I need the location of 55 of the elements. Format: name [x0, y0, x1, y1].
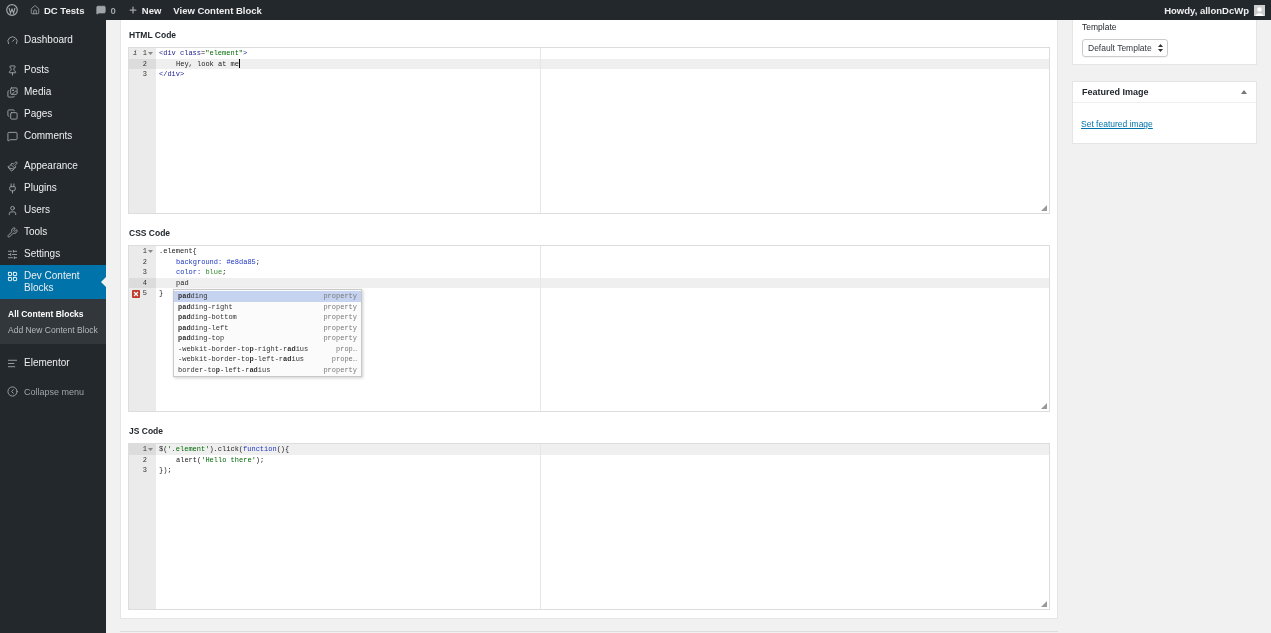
pin-icon — [7, 65, 18, 76]
template-label: Template — [1082, 22, 1118, 32]
resize-grip-icon[interactable] — [1041, 403, 1047, 409]
images-icon — [7, 87, 18, 98]
section-title: CSS Code — [129, 227, 172, 239]
code-editor[interactable] — [128, 245, 1050, 412]
list-icon — [7, 358, 18, 369]
new-link[interactable]: New — [141, 4, 162, 16]
plug-icon — [7, 183, 18, 194]
pages-icon — [7, 109, 18, 120]
comments-icon[interactable] — [96, 5, 107, 15]
template-select[interactable]: Default Template — [1082, 39, 1168, 57]
featured-image-title: Featured Image — [1082, 87, 1149, 97]
section-title: HTML Code — [129, 29, 178, 41]
sidebar-item[interactable]: Plugins — [0, 177, 106, 199]
wordpress-logo-icon[interactable] — [6, 4, 18, 16]
speech-bubble-icon — [7, 131, 18, 142]
section-title: JS Code — [129, 425, 164, 437]
sidebar-item[interactable]: Dev Content Blocks — [0, 265, 106, 299]
wrench-icon — [7, 227, 18, 238]
paintbrush-icon — [7, 161, 18, 172]
sidebar-item[interactable]: Posts — [0, 59, 106, 81]
sliders-icon — [7, 249, 18, 260]
sidebar-item[interactable]: Appearance — [0, 155, 106, 177]
submenu-item[interactable]: All Content Blocks — [0, 306, 106, 322]
toggle-icon[interactable] — [1241, 90, 1247, 94]
sidebar-item[interactable]: Comments — [0, 125, 106, 147]
resize-grip-icon[interactable] — [1041, 601, 1047, 607]
fold-arrow-icon[interactable] — [148, 248, 153, 254]
comment-count[interactable]: 0 — [110, 4, 116, 16]
plus-icon[interactable] — [127, 5, 138, 15]
sidebar-item[interactable]: Tools — [0, 221, 106, 243]
collapse-menu-button[interactable]: Collapse menu — [0, 382, 106, 401]
site-name-link[interactable]: DC Tests — [44, 4, 85, 16]
submenu-item[interactable]: Add New Content Block — [0, 322, 106, 338]
collapse-icon — [7, 386, 18, 397]
sidebar-item[interactable]: Pages — [0, 103, 106, 125]
error-icon — [132, 289, 140, 298]
dashboard-icon — [7, 35, 18, 46]
sidebar-item[interactable]: Users — [0, 199, 106, 221]
greeting-link[interactable]: Howdy, allonDcWp — [1164, 4, 1249, 16]
sidebar-item[interactable]: Elementor — [0, 352, 106, 374]
fold-arrow-icon[interactable] — [148, 446, 153, 452]
sidebar-item[interactable]: Settings — [0, 243, 106, 265]
fold-arrow-icon[interactable] — [148, 50, 153, 56]
view-content-block-link[interactable]: View Content Block — [173, 4, 262, 16]
sidebar-item[interactable]: Media — [0, 81, 106, 103]
home-icon[interactable] — [30, 5, 40, 15]
resize-grip-icon[interactable] — [1041, 205, 1047, 211]
select-arrows-icon — [1157, 44, 1163, 52]
avatar-icon[interactable] — [1254, 4, 1265, 16]
grid-icon — [7, 271, 18, 282]
sidebar-item[interactable]: Dashboard — [0, 29, 106, 51]
set-featured-image-link[interactable]: Set featured image — [1081, 119, 1153, 129]
user-icon — [7, 205, 18, 216]
